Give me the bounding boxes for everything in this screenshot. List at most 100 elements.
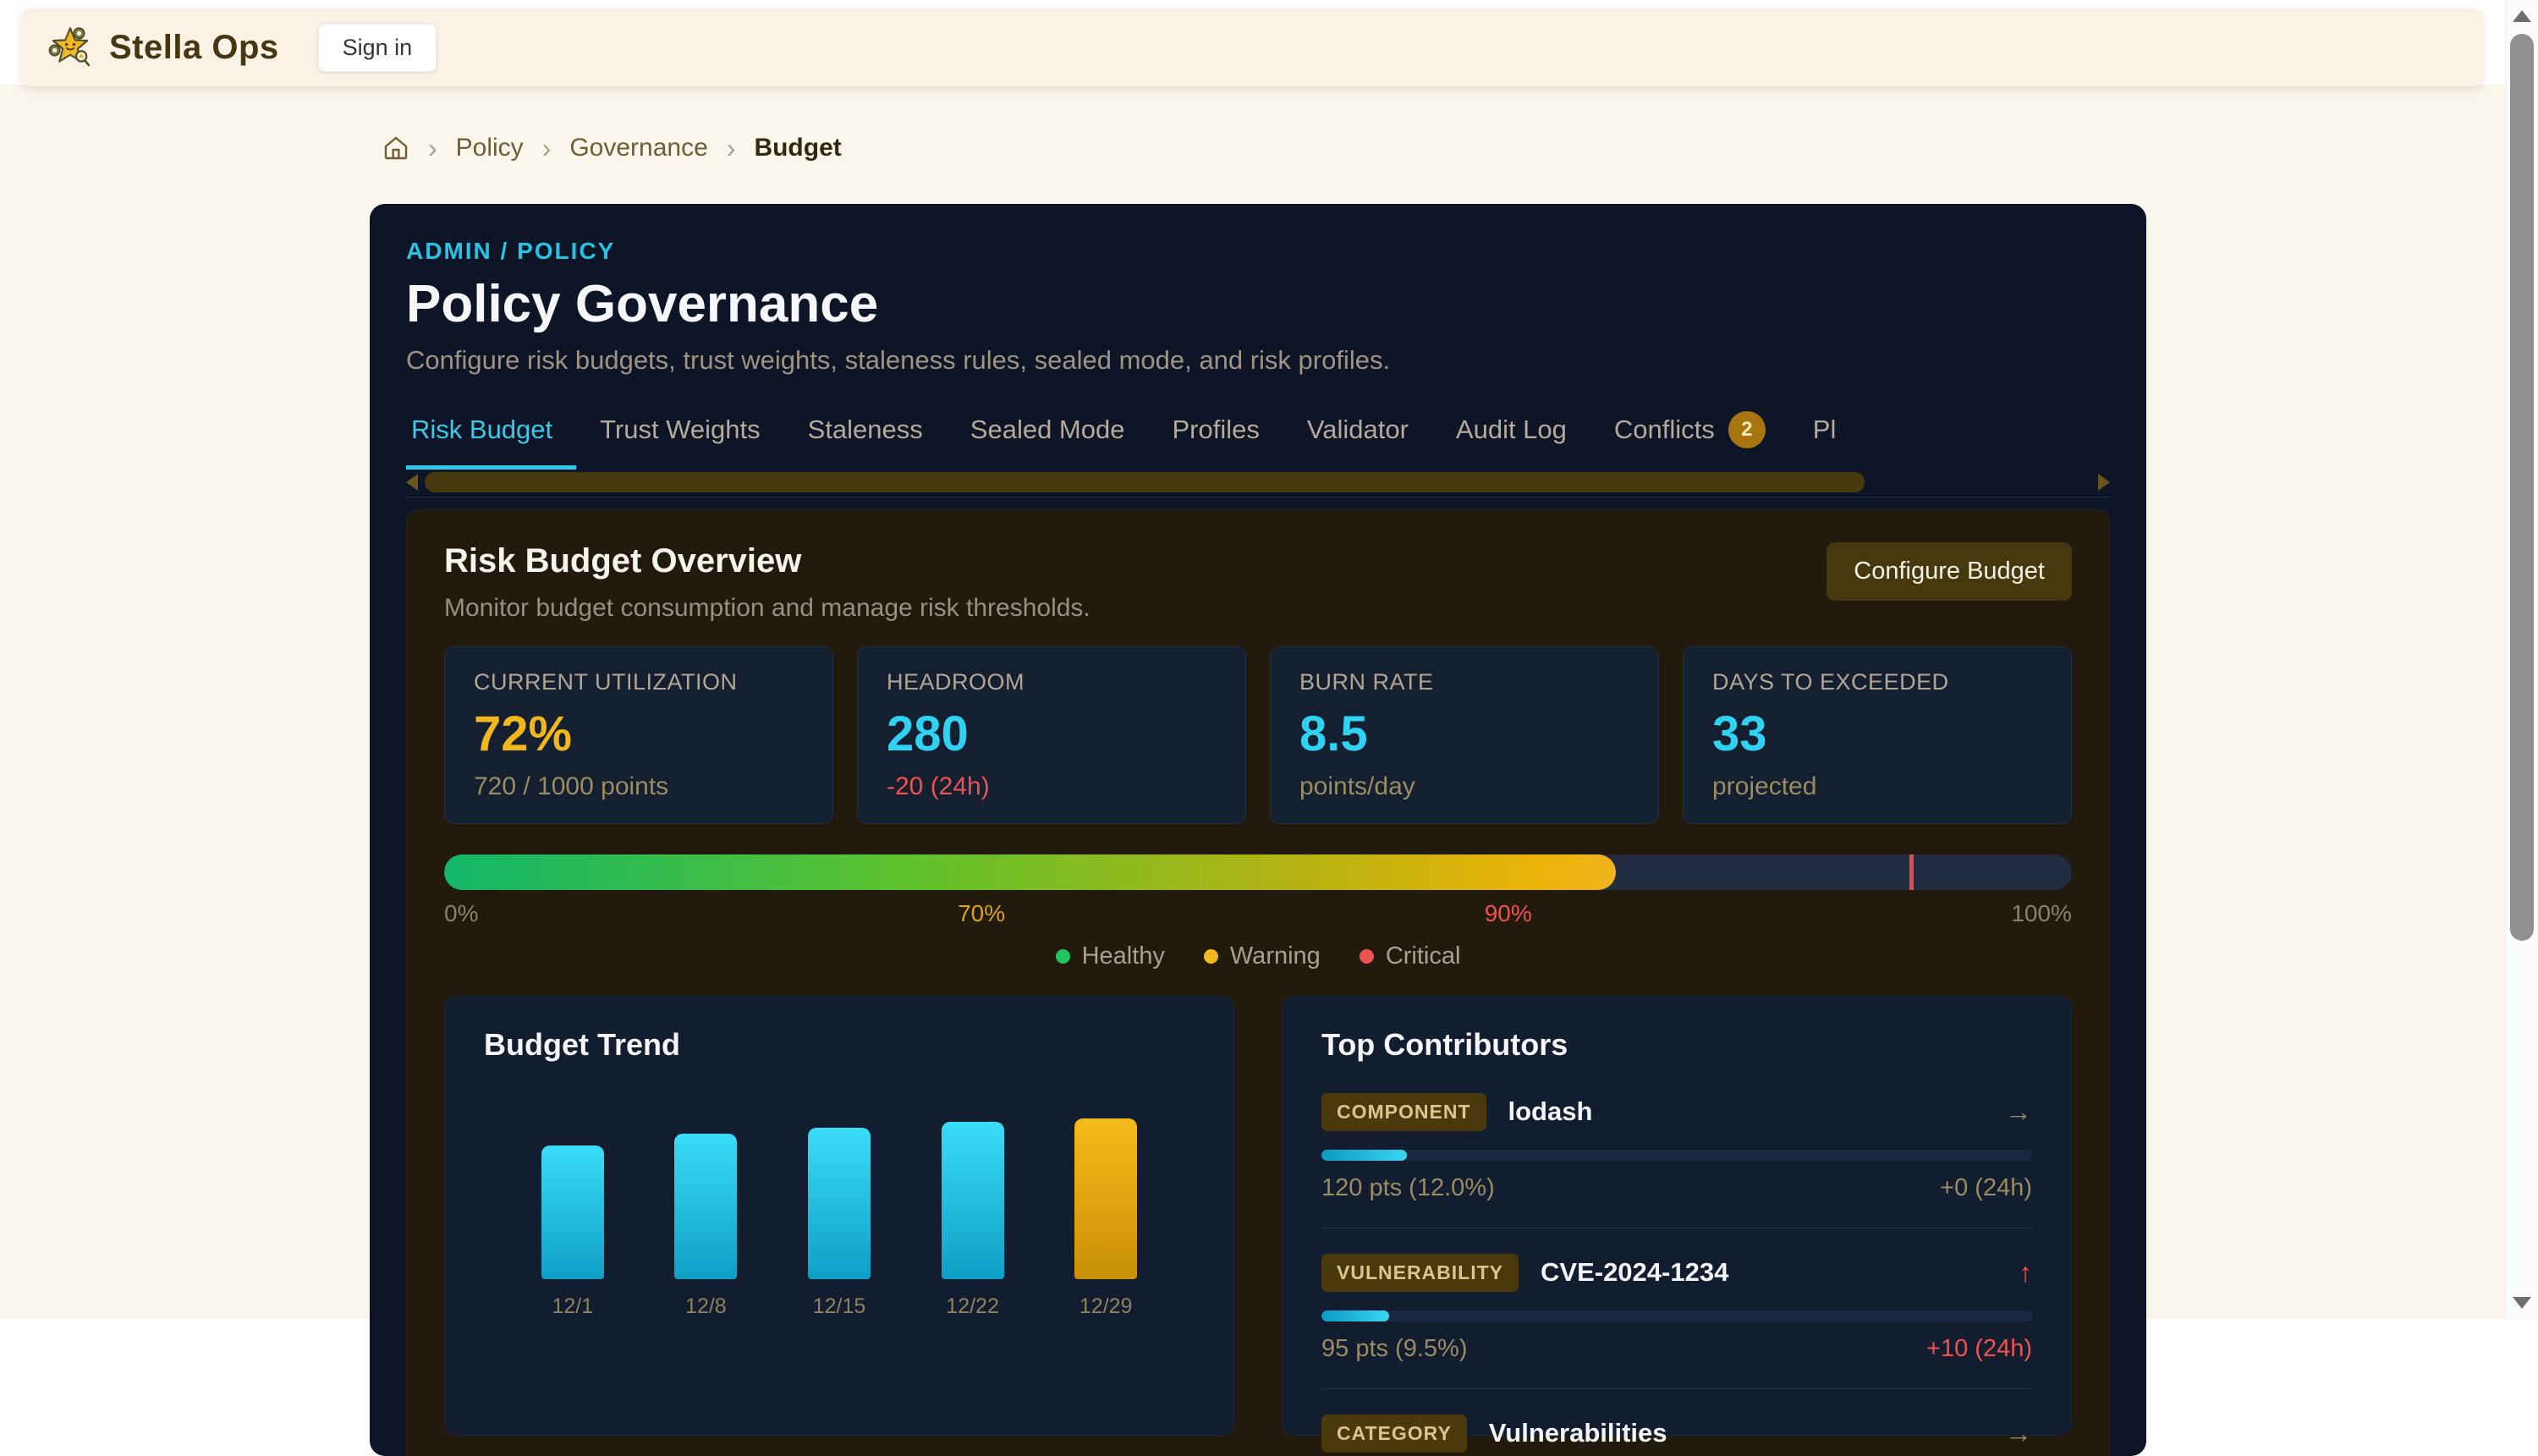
- risk-budget-overview-card: Risk Budget Overview Monitor budget cons…: [406, 509, 2110, 1456]
- stat-card-days-to-exceeded: DAYS TO EXCEEDED33projected: [1683, 646, 2072, 824]
- contributor-progress-track: [1321, 1150, 2032, 1161]
- contributor-type-badge: CATEGORY: [1321, 1415, 1467, 1453]
- stat-subtext: -20 (24h): [887, 772, 1217, 801]
- trend-up-arrow-icon[interactable]: ↑: [2019, 1257, 2032, 1288]
- page-subtitle: Configure risk budgets, trust weights, s…: [406, 345, 2110, 376]
- tab-label: Pl: [1813, 415, 1837, 445]
- breadcrumb-link-governance[interactable]: Governance: [569, 134, 707, 162]
- chart-bar-column: [1074, 1118, 1137, 1279]
- tab-validator[interactable]: Validator: [1283, 406, 1432, 470]
- breadcrumb: › Policy › Governance › Budget: [382, 134, 842, 162]
- meter-critical-marker: [1909, 854, 1914, 890]
- stat-value: 280: [887, 709, 1217, 761]
- meter-threshold-labels: 0% 70% 90% 100%: [444, 900, 2072, 927]
- brand[interactable]: Stella Ops: [47, 24, 279, 71]
- chart-bar-12-1: [541, 1146, 604, 1279]
- stat-value: 72%: [474, 709, 804, 761]
- top-contributors-title: Top Contributors: [1321, 1027, 2032, 1063]
- contributor-item-cve-2024-1234[interactable]: VULNERABILITYCVE-2024-1234↑95 pts (9.5%)…: [1321, 1254, 2032, 1363]
- stat-value: 33: [1712, 709, 2042, 761]
- legend-label: Warning: [1230, 942, 1321, 970]
- stat-label: HEADROOM: [887, 669, 1217, 695]
- scroll-up-arrow-icon: [2513, 10, 2531, 22]
- configure-budget-button[interactable]: Configure Budget: [1827, 542, 2072, 601]
- chart-x-label: 12/15: [808, 1294, 871, 1319]
- contributor-progress-fill: [1321, 1310, 1389, 1321]
- legend-dot-icon: [1204, 949, 1218, 964]
- legend-dot-icon: [1056, 949, 1070, 964]
- budget-trend-card: Budget Trend 12/112/812/1512/2212/29: [444, 996, 1234, 1436]
- stat-card-grid: CURRENT UTILIZATION72%720 / 1000 points H…: [444, 646, 2072, 824]
- contributor-points: 95 pts (9.5%): [1321, 1335, 1467, 1363]
- tab-audit-log[interactable]: Audit Log: [1432, 406, 1590, 470]
- chart-bar-column: [808, 1118, 871, 1279]
- contributor-item-lodash[interactable]: COMPONENTlodash→120 pts (12.0%)+0 (24h): [1321, 1093, 2032, 1202]
- chart-x-label: 12/22: [942, 1294, 1004, 1319]
- tab-pl[interactable]: Pl: [1789, 406, 1860, 470]
- tabs-scrollbar-thumb[interactable]: [425, 472, 1865, 492]
- budget-trend-x-labels: 12/112/812/1512/2212/29: [484, 1294, 1195, 1319]
- right-arrow-icon[interactable]: →: [2005, 1096, 2032, 1128]
- contributor-name: lodash: [1508, 1096, 1593, 1127]
- contributor-name: CVE-2024-1234: [1541, 1257, 1728, 1288]
- tab-staleness[interactable]: Staleness: [784, 406, 947, 470]
- stat-subtext: projected: [1712, 772, 2042, 801]
- right-arrow-icon[interactable]: →: [2005, 1418, 2032, 1449]
- chart-bar-12-8: [674, 1134, 737, 1279]
- tab-label: Profiles: [1172, 415, 1259, 445]
- budget-utilization-meter: [444, 854, 2072, 890]
- sign-in-button[interactable]: Sign in: [318, 24, 437, 72]
- tab-risk-budget[interactable]: Risk Budget: [406, 406, 576, 470]
- legend-item-healthy: Healthy: [1056, 942, 1165, 970]
- stat-label: BURN RATE: [1299, 669, 1629, 695]
- breadcrumb-current: Budget: [754, 134, 841, 162]
- breadcrumb-separator: ›: [542, 135, 552, 162]
- scroll-down-button[interactable]: [2506, 1287, 2538, 1319]
- meter-label-70-: 70%: [958, 900, 1005, 927]
- breadcrumb-separator: ›: [428, 135, 437, 162]
- meter-legend: Healthy Warning Critical: [444, 942, 2072, 970]
- budget-trend-title: Budget Trend: [484, 1027, 1195, 1063]
- scroll-left-arrow-icon[interactable]: [406, 474, 418, 491]
- contributor-points: 120 pts (12.0%): [1321, 1174, 1495, 1202]
- overview-subtitle: Monitor budget consumption and manage ri…: [444, 594, 1090, 623]
- tab-label: Sealed Mode: [970, 415, 1125, 445]
- tab-bar: Risk Budget Trust Weights Staleness Sealed …: [406, 406, 2110, 470]
- contributor-progress-track: [1321, 1310, 2032, 1321]
- chart-bar-12-15: [808, 1128, 871, 1279]
- stella-ops-logo-icon: [47, 24, 94, 71]
- home-icon[interactable]: [382, 135, 409, 162]
- tab-profiles[interactable]: Profiles: [1148, 406, 1283, 470]
- legend-dot-icon: [1360, 949, 1374, 964]
- meter-label-100-: 100%: [2011, 900, 2072, 927]
- legend-label: Healthy: [1082, 942, 1165, 970]
- policy-governance-panel: ADMIN / POLICY Policy Governance Configu…: [370, 204, 2146, 1456]
- tab-label: Conflicts: [1614, 415, 1715, 445]
- page-title: Policy Governance: [406, 277, 2110, 332]
- tab-label: Validator: [1307, 415, 1409, 445]
- scroll-up-button[interactable]: [2506, 0, 2538, 32]
- tab-conflicts[interactable]: Conflicts2: [1590, 406, 1789, 470]
- meter-fill: [444, 854, 1616, 890]
- chart-bar-column: [674, 1118, 737, 1279]
- contributor-list: COMPONENTlodash→120 pts (12.0%)+0 (24h)V…: [1321, 1093, 2032, 1453]
- legend-item-critical: Critical: [1360, 942, 1461, 970]
- breadcrumb-link-policy[interactable]: Policy: [456, 134, 524, 162]
- scroll-right-arrow-icon[interactable]: [2098, 474, 2110, 491]
- stat-card-current-utilization: CURRENT UTILIZATION72%720 / 1000 points: [444, 646, 833, 824]
- stat-subtext: points/day: [1299, 772, 1629, 801]
- contributor-progress-fill: [1321, 1150, 1407, 1161]
- meter-label-90-: 90%: [1485, 900, 1532, 927]
- tab-sealed-mode[interactable]: Sealed Mode: [947, 406, 1149, 470]
- stat-value: 8.5: [1299, 709, 1629, 761]
- top-bar: Stella Ops Sign in: [21, 8, 2483, 86]
- tab-label: Trust Weights: [600, 415, 761, 445]
- contributor-item-vulnerabilities[interactable]: CATEGORYVulnerabilities→: [1321, 1415, 2032, 1453]
- tab-label: Staleness: [808, 415, 923, 445]
- page-vertical-scrollbar[interactable]: [2505, 0, 2538, 1319]
- tabs-horizontal-scrollbar[interactable]: [406, 471, 2110, 493]
- vertical-scrollbar-thumb[interactable]: [2510, 34, 2534, 941]
- tab-trust-weights[interactable]: Trust Weights: [576, 406, 784, 470]
- overview-title: Risk Budget Overview: [444, 542, 1090, 580]
- meter-label-0-: 0%: [444, 900, 478, 927]
